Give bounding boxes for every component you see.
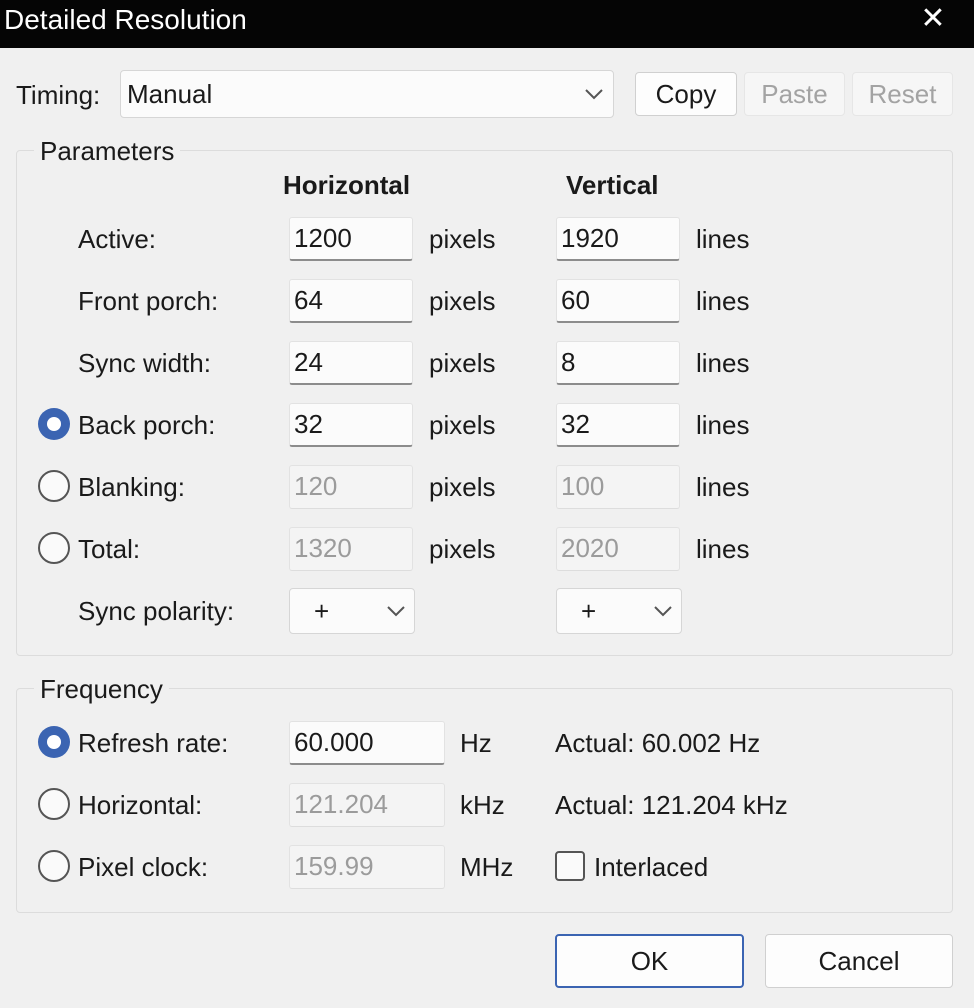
front-porch-label: Front porch: xyxy=(78,286,219,316)
back-porch-vertical-unit: lines xyxy=(696,410,750,440)
sync-polarity-label: Sync polarity: xyxy=(78,596,235,626)
total-vertical-unit: lines xyxy=(696,534,750,564)
refresh-rate-input[interactable]: 60.000 xyxy=(289,721,445,765)
total-horizontal-unit: pixels xyxy=(429,534,496,564)
refresh-rate-radio[interactable] xyxy=(38,726,70,758)
blanking-vertical-input[interactable]: 100 xyxy=(556,465,680,509)
timing-select-value: Manual xyxy=(127,79,213,109)
total-radio[interactable] xyxy=(38,532,70,564)
horizontal-frequency-radio[interactable] xyxy=(38,788,70,820)
total-label: Total: xyxy=(78,534,141,564)
copy-button[interactable]: Copy xyxy=(635,72,737,116)
chevron-down-icon xyxy=(387,606,405,617)
blanking-vertical-unit: lines xyxy=(696,472,750,502)
total-vertical-input[interactable]: 2020 xyxy=(556,527,680,571)
vertical-header: Vertical xyxy=(566,170,659,200)
horizontal-frequency-unit: kHz xyxy=(460,790,505,820)
pixel-clock-label: Pixel clock: xyxy=(78,852,209,882)
back-porch-label: Back porch: xyxy=(78,410,216,440)
back-porch-horizontal-unit: pixels xyxy=(429,410,496,440)
back-porch-horizontal-input[interactable]: 32 xyxy=(289,403,413,447)
pixel-clock-radio[interactable] xyxy=(38,850,70,882)
window-title: Detailed Resolution xyxy=(4,4,247,35)
sync-width-vertical-input[interactable]: 8 xyxy=(556,341,680,385)
back-porch-vertical-input[interactable]: 32 xyxy=(556,403,680,447)
close-icon[interactable]: ✕ xyxy=(916,4,950,34)
sync-width-vertical-unit: lines xyxy=(696,348,750,378)
parameters-title: Parameters xyxy=(34,136,181,166)
front-porch-vertical-input[interactable]: 60 xyxy=(556,279,680,323)
chevron-down-icon xyxy=(585,89,603,100)
pixel-clock-input[interactable]: 159.99 xyxy=(289,845,445,889)
blanking-label: Blanking: xyxy=(78,472,185,502)
blanking-radio[interactable] xyxy=(38,470,70,502)
sync-polarity-horizontal-value: + xyxy=(314,596,330,626)
refresh-rate-label: Refresh rate: xyxy=(78,728,229,758)
active-horizontal-input[interactable]: 1200 xyxy=(289,217,413,261)
sync-width-label: Sync width: xyxy=(78,348,211,378)
frequency-title: Frequency xyxy=(34,674,169,704)
timing-label: Timing: xyxy=(16,80,101,110)
pixel-clock-unit: MHz xyxy=(460,852,514,882)
sync-polarity-vertical-value: + xyxy=(581,596,597,626)
sync-width-horizontal-input[interactable]: 24 xyxy=(289,341,413,385)
front-porch-horizontal-unit: pixels xyxy=(429,286,496,316)
cancel-button[interactable]: Cancel xyxy=(765,934,953,988)
horizontal-frequency-actual: Actual: 121.204 kHz xyxy=(555,790,788,820)
refresh-rate-actual: Actual: 60.002 Hz xyxy=(555,728,761,758)
front-porch-horizontal-input[interactable]: 64 xyxy=(289,279,413,323)
sync-width-horizontal-unit: pixels xyxy=(429,348,496,378)
refresh-rate-unit: Hz xyxy=(460,728,492,758)
active-horizontal-unit: pixels xyxy=(429,224,496,254)
ok-button[interactable]: OK xyxy=(555,934,744,988)
blanking-horizontal-input[interactable]: 120 xyxy=(289,465,413,509)
total-horizontal-input[interactable]: 1320 xyxy=(289,527,413,571)
horizontal-frequency-label: Horizontal: xyxy=(78,790,203,820)
back-porch-radio[interactable] xyxy=(38,408,70,440)
active-label: Active: xyxy=(78,224,157,254)
chevron-down-icon xyxy=(654,606,672,617)
active-vertical-unit: lines xyxy=(696,224,750,254)
active-vertical-input[interactable]: 1920 xyxy=(556,217,680,261)
title-bar: Detailed Resolution ✕ xyxy=(0,0,974,48)
horizontal-header: Horizontal xyxy=(283,170,411,200)
blanking-horizontal-unit: pixels xyxy=(429,472,496,502)
front-porch-vertical-unit: lines xyxy=(696,286,750,316)
horizontal-frequency-input[interactable]: 121.204 xyxy=(289,783,445,827)
interlaced-checkbox[interactable] xyxy=(555,851,585,881)
interlaced-label: Interlaced xyxy=(594,852,709,882)
timing-select[interactable]: Manual xyxy=(120,70,614,118)
paste-button[interactable]: Paste xyxy=(744,72,845,116)
reset-button[interactable]: Reset xyxy=(852,72,953,116)
